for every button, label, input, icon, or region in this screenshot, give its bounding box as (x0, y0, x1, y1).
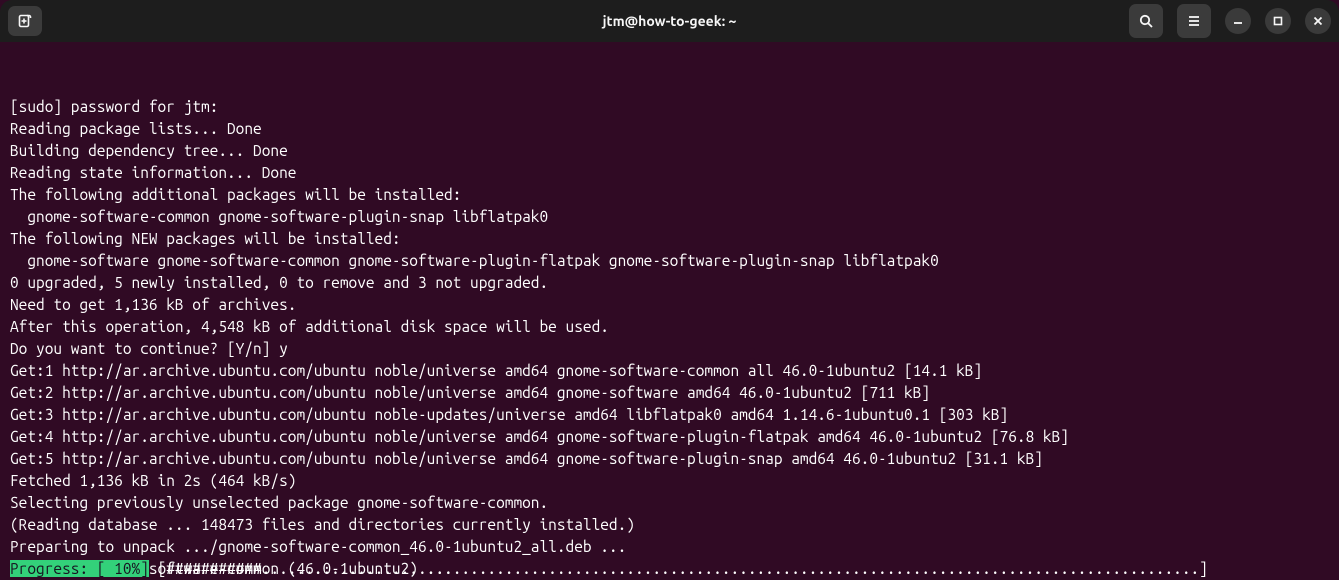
terminal-line: Selecting previously unselected package … (10, 492, 1329, 514)
progress-bar: [###########............................… (149, 560, 1217, 577)
terminal-line: gnome-software gnome-software-common gno… (10, 250, 1329, 272)
terminal-line: Do you want to continue? [Y/n] y (10, 338, 1329, 360)
terminal-line: Get:4 http://ar.archive.ubuntu.com/ubunt… (10, 426, 1329, 448)
terminal-line: The following NEW packages will be insta… (10, 228, 1329, 250)
terminal-line: Get:3 http://ar.archive.ubuntu.com/ubunt… (10, 404, 1329, 426)
terminal-viewport[interactable]: [sudo] password for jtm:Reading package … (0, 42, 1339, 580)
terminal-line: After this operation, 4,548 kB of additi… (10, 316, 1329, 338)
new-tab-button[interactable] (8, 6, 42, 36)
titlebar-right (1129, 4, 1331, 38)
terminal-line: 0 upgraded, 5 newly installed, 0 to remo… (10, 272, 1329, 294)
maximize-button[interactable] (1265, 8, 1291, 34)
progress-label: Progress: [ 10%] (10, 560, 149, 577)
search-button[interactable] (1129, 4, 1163, 38)
terminal-line: Building dependency tree... Done (10, 140, 1329, 162)
titlebar-left (8, 6, 42, 36)
terminal-line: Reading state information... Done (10, 162, 1329, 184)
hamburger-menu-button[interactable] (1177, 4, 1211, 38)
terminal-line: (Reading database ... 148473 files and d… (10, 514, 1329, 536)
terminal-line: The following additional packages will b… (10, 184, 1329, 206)
terminal-line: Get:5 http://ar.archive.ubuntu.com/ubunt… (10, 448, 1329, 470)
terminal-line: [sudo] password for jtm: (10, 96, 1329, 118)
terminal-line: Reading package lists... Done (10, 118, 1329, 140)
close-button[interactable] (1305, 8, 1331, 34)
terminal-line: gnome-software-common gnome-software-plu… (10, 206, 1329, 228)
terminal-line: Get:2 http://ar.archive.ubuntu.com/ubunt… (10, 382, 1329, 404)
terminal-line: Preparing to unpack .../gnome-software-c… (10, 536, 1329, 558)
progress-line: Progress: [ 10%] [###########...........… (10, 558, 1329, 580)
terminal-line: Fetched 1,136 kB in 2s (464 kB/s) (10, 470, 1329, 492)
terminal-output: [sudo] password for jtm:Reading package … (10, 96, 1329, 580)
terminal-line: Need to get 1,136 kB of archives. (10, 294, 1329, 316)
titlebar: jtm@how-to-geek: ~ (0, 0, 1339, 42)
terminal-line: Get:1 http://ar.archive.ubuntu.com/ubunt… (10, 360, 1329, 382)
minimize-button[interactable] (1225, 8, 1251, 34)
